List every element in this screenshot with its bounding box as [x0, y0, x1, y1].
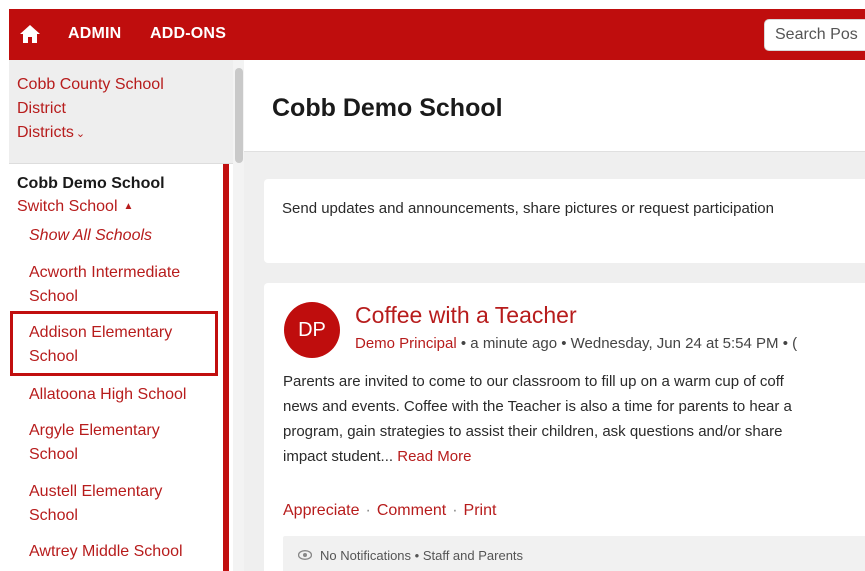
home-icon[interactable] [19, 24, 41, 44]
sidebar-scrollbar[interactable] [233, 60, 244, 571]
sidebar: Cobb County School District Districts ⌄ C… [9, 60, 244, 571]
author-avatar[interactable]: DP [284, 302, 340, 358]
main-content: Cobb Demo School Send updates and announ… [244, 60, 865, 571]
page-title: Cobb Demo School [272, 94, 503, 122]
eye-icon [298, 550, 312, 560]
sidebar-scroll-thumb[interactable] [235, 68, 243, 163]
post-card: DP Coffee with a Teacher Demo Principal … [264, 283, 865, 571]
school-list-item[interactable]: Acworth Intermediate School [29, 261, 209, 309]
notification-status-bar: No Notifications • Staff and Parents [283, 536, 865, 571]
district-panel: Cobb County School District Districts ⌄ [9, 60, 233, 164]
caret-up-icon: ▲ [123, 201, 134, 212]
district-name-link[interactable]: Cobb County School District [17, 73, 192, 121]
switch-school-toggle[interactable]: Switch School ▲ [17, 198, 133, 216]
action-separator: · [365, 502, 371, 519]
post-body-line: Parents are invited to come to our class… [283, 373, 784, 390]
nav-admin-link[interactable]: ADMIN [68, 25, 121, 43]
active-section-rail [223, 164, 229, 571]
post-title-link[interactable]: Coffee with a Teacher [355, 302, 577, 329]
switch-school-label: Switch School [17, 198, 118, 215]
school-list-item[interactable]: Austell Elementary School [29, 480, 209, 528]
post-meta: Demo Principal • a minute ago • Wednesda… [355, 335, 797, 352]
post-actions: Appreciate · Comment · Print [283, 502, 496, 520]
read-more-link[interactable]: Read More [397, 448, 471, 465]
post-body-line: program, gain strategies to assist their… [283, 423, 783, 440]
compose-prompt[interactable]: Send updates and announcements, share pi… [282, 197, 782, 221]
action-separator: · [452, 502, 458, 519]
post-body-line: news and events. Coffee with the Teacher… [283, 398, 792, 415]
school-list-item[interactable]: Awtrey Middle School [29, 540, 209, 564]
print-button[interactable]: Print [464, 502, 497, 519]
districts-dropdown[interactable]: Districts ⌄ [17, 121, 85, 146]
search-input[interactable] [764, 19, 865, 51]
chevron-down-icon: ⌄ [75, 128, 86, 140]
current-school-name: Cobb Demo School [17, 175, 165, 192]
notification-status-text: No Notifications • Staff and Parents [320, 548, 524, 563]
districts-label: Districts [17, 124, 74, 141]
school-list-item[interactable]: Argyle Elementary School [29, 419, 209, 467]
school-list-item-selected[interactable]: Addison Elementary School [29, 321, 209, 369]
top-nav-bar: ADMIN ADD-ONS [9, 9, 865, 60]
post-body-last-line: impact student... Read More [283, 444, 865, 469]
appreciate-button[interactable]: Appreciate [283, 502, 360, 519]
post-author-link[interactable]: Demo Principal [355, 335, 457, 352]
page-header: Cobb Demo School [244, 60, 865, 152]
post-body: Parents are invited to come to our class… [283, 369, 865, 469]
school-list-item-show-all[interactable]: Show All Schools [29, 224, 209, 248]
post-meta-text: • a minute ago • Wednesday, Jun 24 at 5:… [456, 335, 798, 352]
school-list-item[interactable]: Allatoona High School [29, 383, 209, 407]
comment-button[interactable]: Comment [377, 502, 446, 519]
post-body-line: impact student... [283, 448, 398, 465]
compose-post-card[interactable]: Send updates and announcements, share pi… [264, 179, 865, 263]
app-frame: ADMIN ADD-ONS Cobb County School Distric… [9, 9, 865, 571]
nav-addons-link[interactable]: ADD-ONS [150, 25, 226, 43]
